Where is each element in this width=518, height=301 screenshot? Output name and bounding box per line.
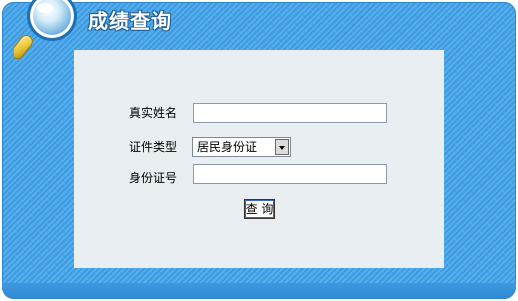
id-number-input[interactable] [193,164,387,184]
query-submit-button[interactable]: 查 询 [244,199,275,219]
id-number-label: 身份证号 [129,171,178,185]
id-type-label: 证件类型 [129,140,178,154]
real-name-label: 真实姓名 [129,106,178,120]
id-type-select[interactable]: 居民身份证 [192,137,291,157]
chevron-down-icon [279,146,285,150]
id-type-selected-value: 居民身份证 [197,140,258,154]
panel-footer-strip [2,283,516,299]
real-name-input[interactable] [193,103,387,123]
query-form: 真实姓名 证件类型 居民身份证 身份证号 查 询 [74,50,444,268]
magnifier-icon [14,0,77,60]
page-title: 成绩查询 [88,9,172,33]
dropdown-button[interactable] [275,139,289,155]
